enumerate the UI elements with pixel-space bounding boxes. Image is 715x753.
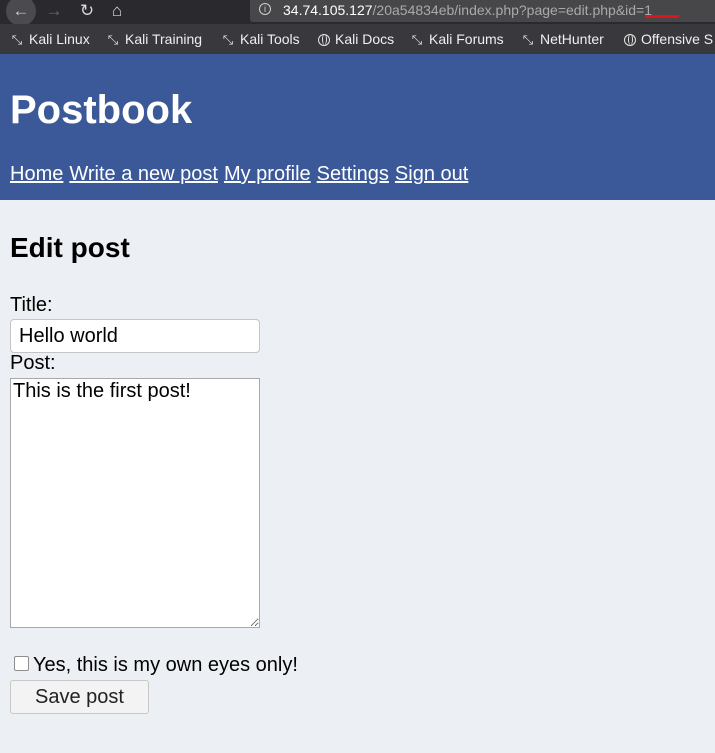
nav-link-home[interactable]: Home bbox=[10, 163, 63, 185]
bookmark-kali-linux[interactable]: ⤡ Kali Linux bbox=[10, 24, 90, 54]
bookmark-label: Offensive S bbox=[641, 31, 714, 47]
site-title: Postbook bbox=[10, 88, 193, 132]
page-heading: Edit post bbox=[10, 232, 130, 263]
kali-dragon-icon: ⤡ bbox=[411, 32, 423, 47]
back-arrow-icon[interactable]: ← bbox=[6, 0, 36, 26]
globe-icon bbox=[624, 34, 636, 46]
kali-dragon-icon: ⤡ bbox=[522, 32, 534, 47]
address-bar[interactable]: i 34.74.105.127/20a54834eb/index.php?pag… bbox=[250, 0, 715, 22]
bookmark-kali-tools[interactable]: ⤡ Kali Tools bbox=[221, 24, 300, 54]
bookmark-label: NetHunter bbox=[540, 31, 604, 47]
url-highlight-underline bbox=[645, 15, 679, 18]
post-label: Post: bbox=[10, 352, 56, 374]
private-checkbox[interactable] bbox=[14, 656, 29, 671]
bookmark-label: Kali Training bbox=[125, 31, 203, 47]
url-host: 34.74.105.127 bbox=[283, 2, 373, 18]
bookmark-nethunter[interactable]: ⤡ NetHunter bbox=[521, 24, 604, 54]
url-path: /20a54834eb/index.php?page=edit.php&id=1 bbox=[372, 2, 653, 18]
bookmark-kali-forums[interactable]: ⤡ Kali Forums bbox=[410, 24, 504, 54]
kali-dragon-icon: ⤡ bbox=[107, 32, 119, 47]
site-header: Postbook Home Write a new post My profile S… bbox=[0, 54, 715, 200]
bookmark-kali-training[interactable]: ⤡ Kali Training bbox=[106, 24, 202, 54]
bookmark-label: Kali Forums bbox=[429, 31, 504, 47]
forward-arrow-icon[interactable]: → bbox=[42, 0, 66, 22]
kali-dragon-icon: ⤡ bbox=[11, 32, 23, 47]
browser-toolbar: ← → ↻ ⌂ i 34.74.105.127/20a54834eb/index… bbox=[0, 0, 715, 26]
site-nav: Home Write a new post My profile Settings Si… bbox=[10, 162, 474, 186]
nav-link-write-post[interactable]: Write a new post bbox=[69, 163, 218, 185]
post-textarea[interactable]: This is the first post! bbox=[10, 378, 260, 628]
bookmark-kali-docs[interactable]: Kali Docs bbox=[318, 24, 394, 54]
globe-icon bbox=[318, 34, 330, 46]
title-input[interactable] bbox=[10, 319, 260, 353]
nav-link-settings[interactable]: Settings bbox=[317, 163, 389, 185]
info-icon[interactable]: i bbox=[259, 3, 271, 15]
home-icon[interactable]: ⌂ bbox=[105, 0, 129, 22]
bookmarks-bar: ⤡ Kali Linux ⤡ Kali Training ⤡ Kali Tools K… bbox=[0, 24, 715, 54]
save-post-button[interactable]: Save post bbox=[10, 680, 149, 714]
nav-link-my-profile[interactable]: My profile bbox=[224, 163, 311, 185]
reload-icon[interactable]: ↻ bbox=[75, 0, 99, 22]
private-checkbox-label: Yes, this is my own eyes only! bbox=[33, 654, 298, 676]
title-label: Title: bbox=[10, 294, 53, 316]
bookmark-label: Kali Docs bbox=[335, 31, 395, 47]
bookmark-label: Kali Linux bbox=[29, 31, 90, 47]
url-text: 34.74.105.127/20a54834eb/index.php?page=… bbox=[283, 0, 652, 22]
nav-link-sign-out[interactable]: Sign out bbox=[395, 163, 468, 185]
bookmark-offensive-security[interactable]: Offensive S bbox=[624, 24, 713, 54]
kali-dragon-icon: ⤡ bbox=[222, 32, 234, 47]
bookmark-label: Kali Tools bbox=[240, 31, 300, 47]
